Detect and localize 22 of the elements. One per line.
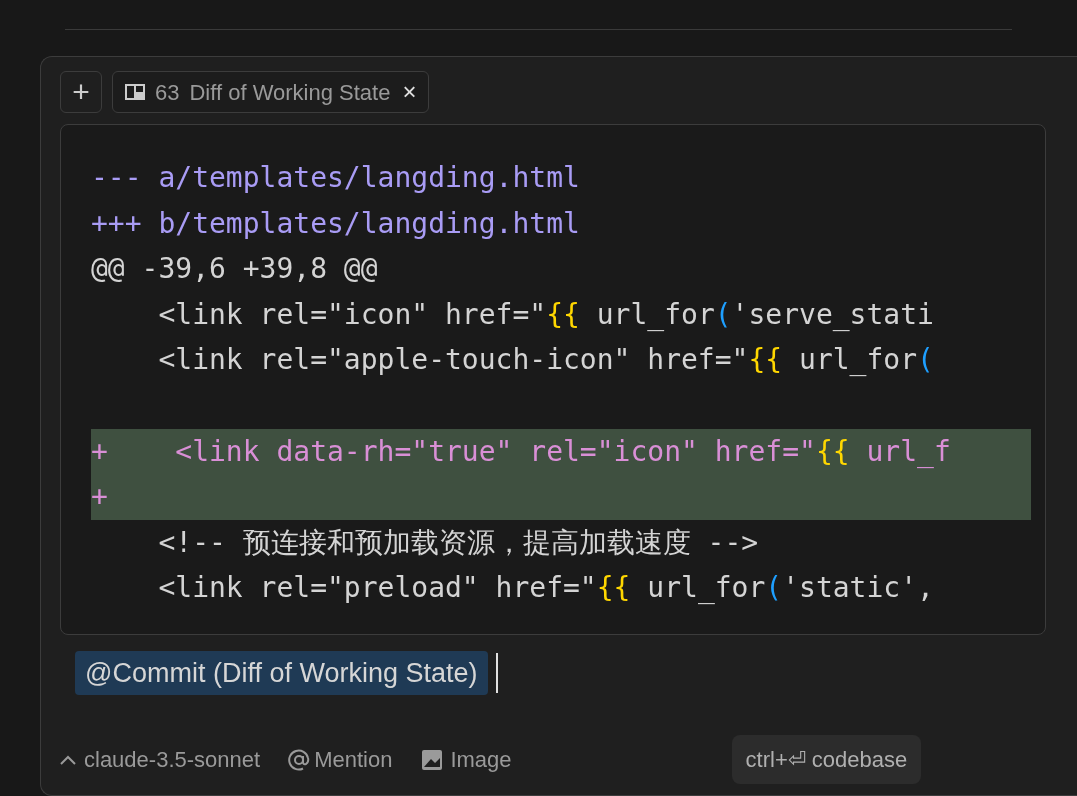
add-context-button[interactable]: +: [60, 71, 102, 113]
code-line: +++ b/templates/langding.html: [91, 205, 581, 242]
diff-tab[interactable]: 63 Diff of Working State ×: [112, 71, 430, 113]
code-line: @@ -39,6 +39,8 @@: [91, 251, 379, 288]
code-line: --- a/templates/langding.html: [91, 160, 581, 196]
image-button[interactable]: Image: [422, 743, 512, 776]
submit-codebase-button[interactable]: ctrl+⏎ codebase: [731, 735, 922, 784]
code-line: <link rel="preload" href="{{ url_for('static',: [157, 570, 935, 607]
close-tab-button[interactable]: ×: [402, 80, 417, 104]
code-line: <link rel="icon" href="{{ url_for('serve_stati: [157, 296, 935, 333]
code-line: <link rel="apple-touch-icon" href="{{ url_for(: [157, 342, 935, 379]
code-line: <!-- 预连接和预加载资源，提高加载速度 -->: [157, 524, 760, 561]
image-icon: [422, 749, 443, 770]
tab-label: Diff of Working State: [189, 78, 391, 107]
tab-number: 63: [155, 78, 180, 107]
mention-button[interactable]: Mention: [288, 743, 393, 776]
at-sign-icon: [288, 748, 311, 771]
text-cursor: [495, 653, 498, 693]
mention-chip[interactable]: @Commit (Diff of Working State): [75, 650, 488, 696]
chevron-up-icon: [60, 754, 76, 765]
model-selector[interactable]: claude-3.5-sonnet: [60, 743, 261, 776]
split-view-icon: [125, 84, 145, 100]
